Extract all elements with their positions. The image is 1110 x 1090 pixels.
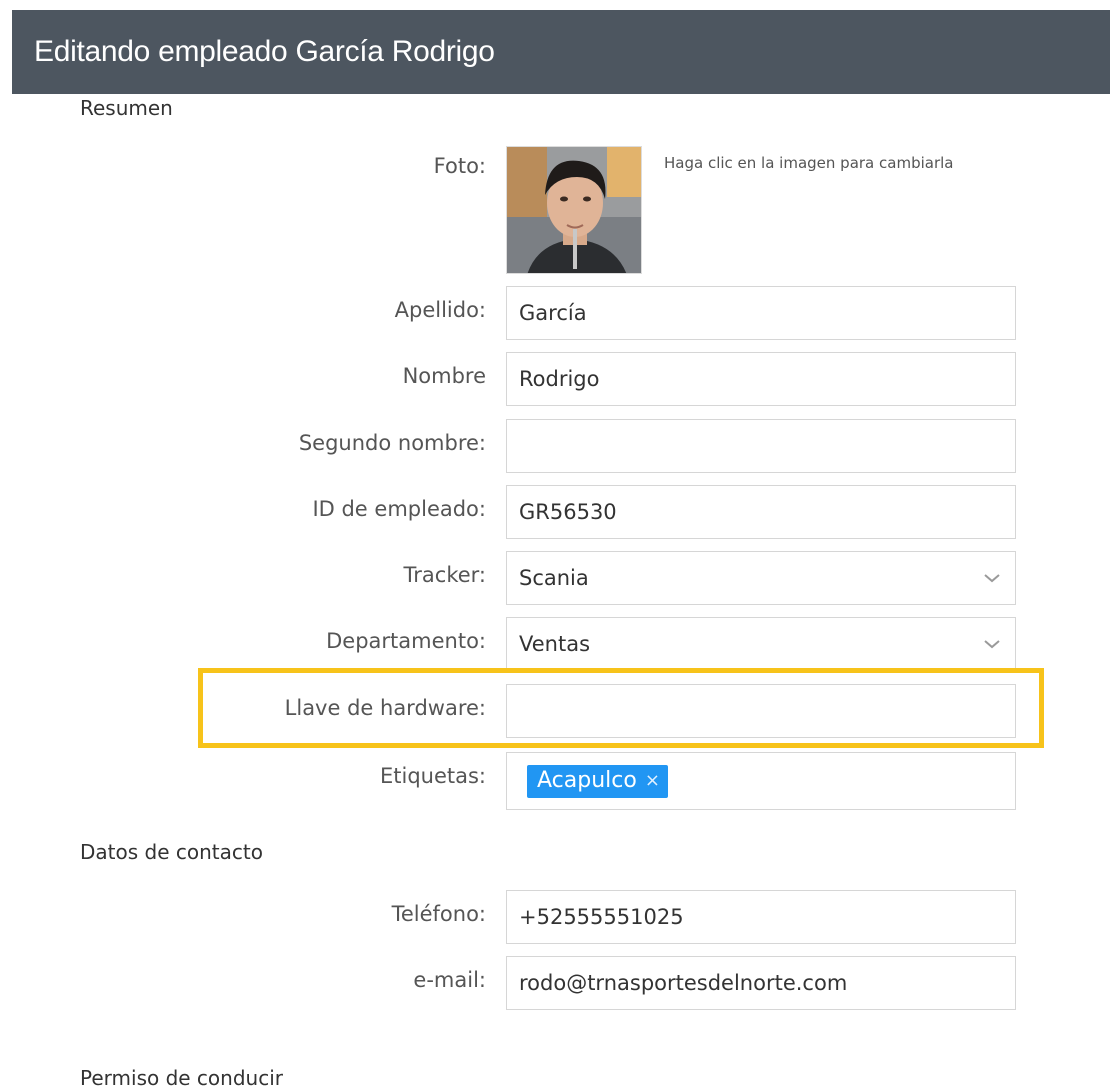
section-title-summary: Resumen (80, 96, 173, 120)
phone-value: +52555551025 (519, 905, 684, 929)
last-name-field[interactable]: García (506, 286, 1016, 340)
tag-chip[interactable]: Acapulco × (527, 764, 668, 798)
tags-label: Etiquetas: (379, 764, 486, 788)
middle-name-label: Segundo nombre: (298, 431, 486, 455)
tag-chip-label: Acapulco (537, 767, 637, 793)
email-label: e-mail: (413, 968, 486, 992)
first-name-label: Nombre (402, 364, 486, 388)
email-value: rodo@trnasportesdelnorte.com (519, 971, 848, 995)
tracker-label: Tracker: (403, 563, 486, 587)
hardware-key-label: Llave de hardware: (284, 696, 486, 720)
chevron-down-icon[interactable] (981, 633, 1003, 655)
page-header: Editando empleado García Rodrigo (12, 10, 1110, 94)
employee-id-field[interactable]: GR56530 (506, 485, 1016, 539)
section-title-contact: Datos de contacto (80, 840, 263, 864)
tags-field[interactable]: Acapulco × (506, 752, 1016, 810)
middle-name-field[interactable] (506, 419, 1016, 473)
hardware-key-field[interactable] (506, 684, 1016, 738)
first-name-value: Rodrigo (519, 367, 600, 391)
page-title: Editando empleado García Rodrigo (34, 35, 495, 68)
last-name-label: Apellido: (394, 298, 486, 322)
first-name-field[interactable]: Rodrigo (506, 352, 1016, 406)
phone-label: Teléfono: (391, 902, 486, 926)
photo-hint: Haga clic en la imagen para cambiarla (664, 154, 954, 172)
avatar (507, 147, 641, 273)
department-select[interactable]: Ventas (506, 617, 1016, 671)
email-field[interactable]: rodo@trnasportesdelnorte.com (506, 956, 1016, 1010)
last-name-value: García (519, 301, 587, 325)
employee-id-label: ID de empleado: (312, 497, 486, 521)
department-label: Departamento: (326, 629, 486, 653)
employee-id-value: GR56530 (519, 500, 617, 524)
phone-field[interactable]: +52555551025 (506, 890, 1016, 944)
chevron-down-icon[interactable] (981, 567, 1003, 589)
photo-label: Foto: (433, 154, 486, 178)
department-value: Ventas (519, 632, 591, 656)
tracker-select[interactable]: Scania (506, 551, 1016, 605)
tracker-value: Scania (519, 566, 589, 590)
employee-photo[interactable] (506, 146, 642, 274)
section-title-license: Permiso de conducir (80, 1066, 283, 1090)
close-icon[interactable]: × (645, 770, 660, 791)
